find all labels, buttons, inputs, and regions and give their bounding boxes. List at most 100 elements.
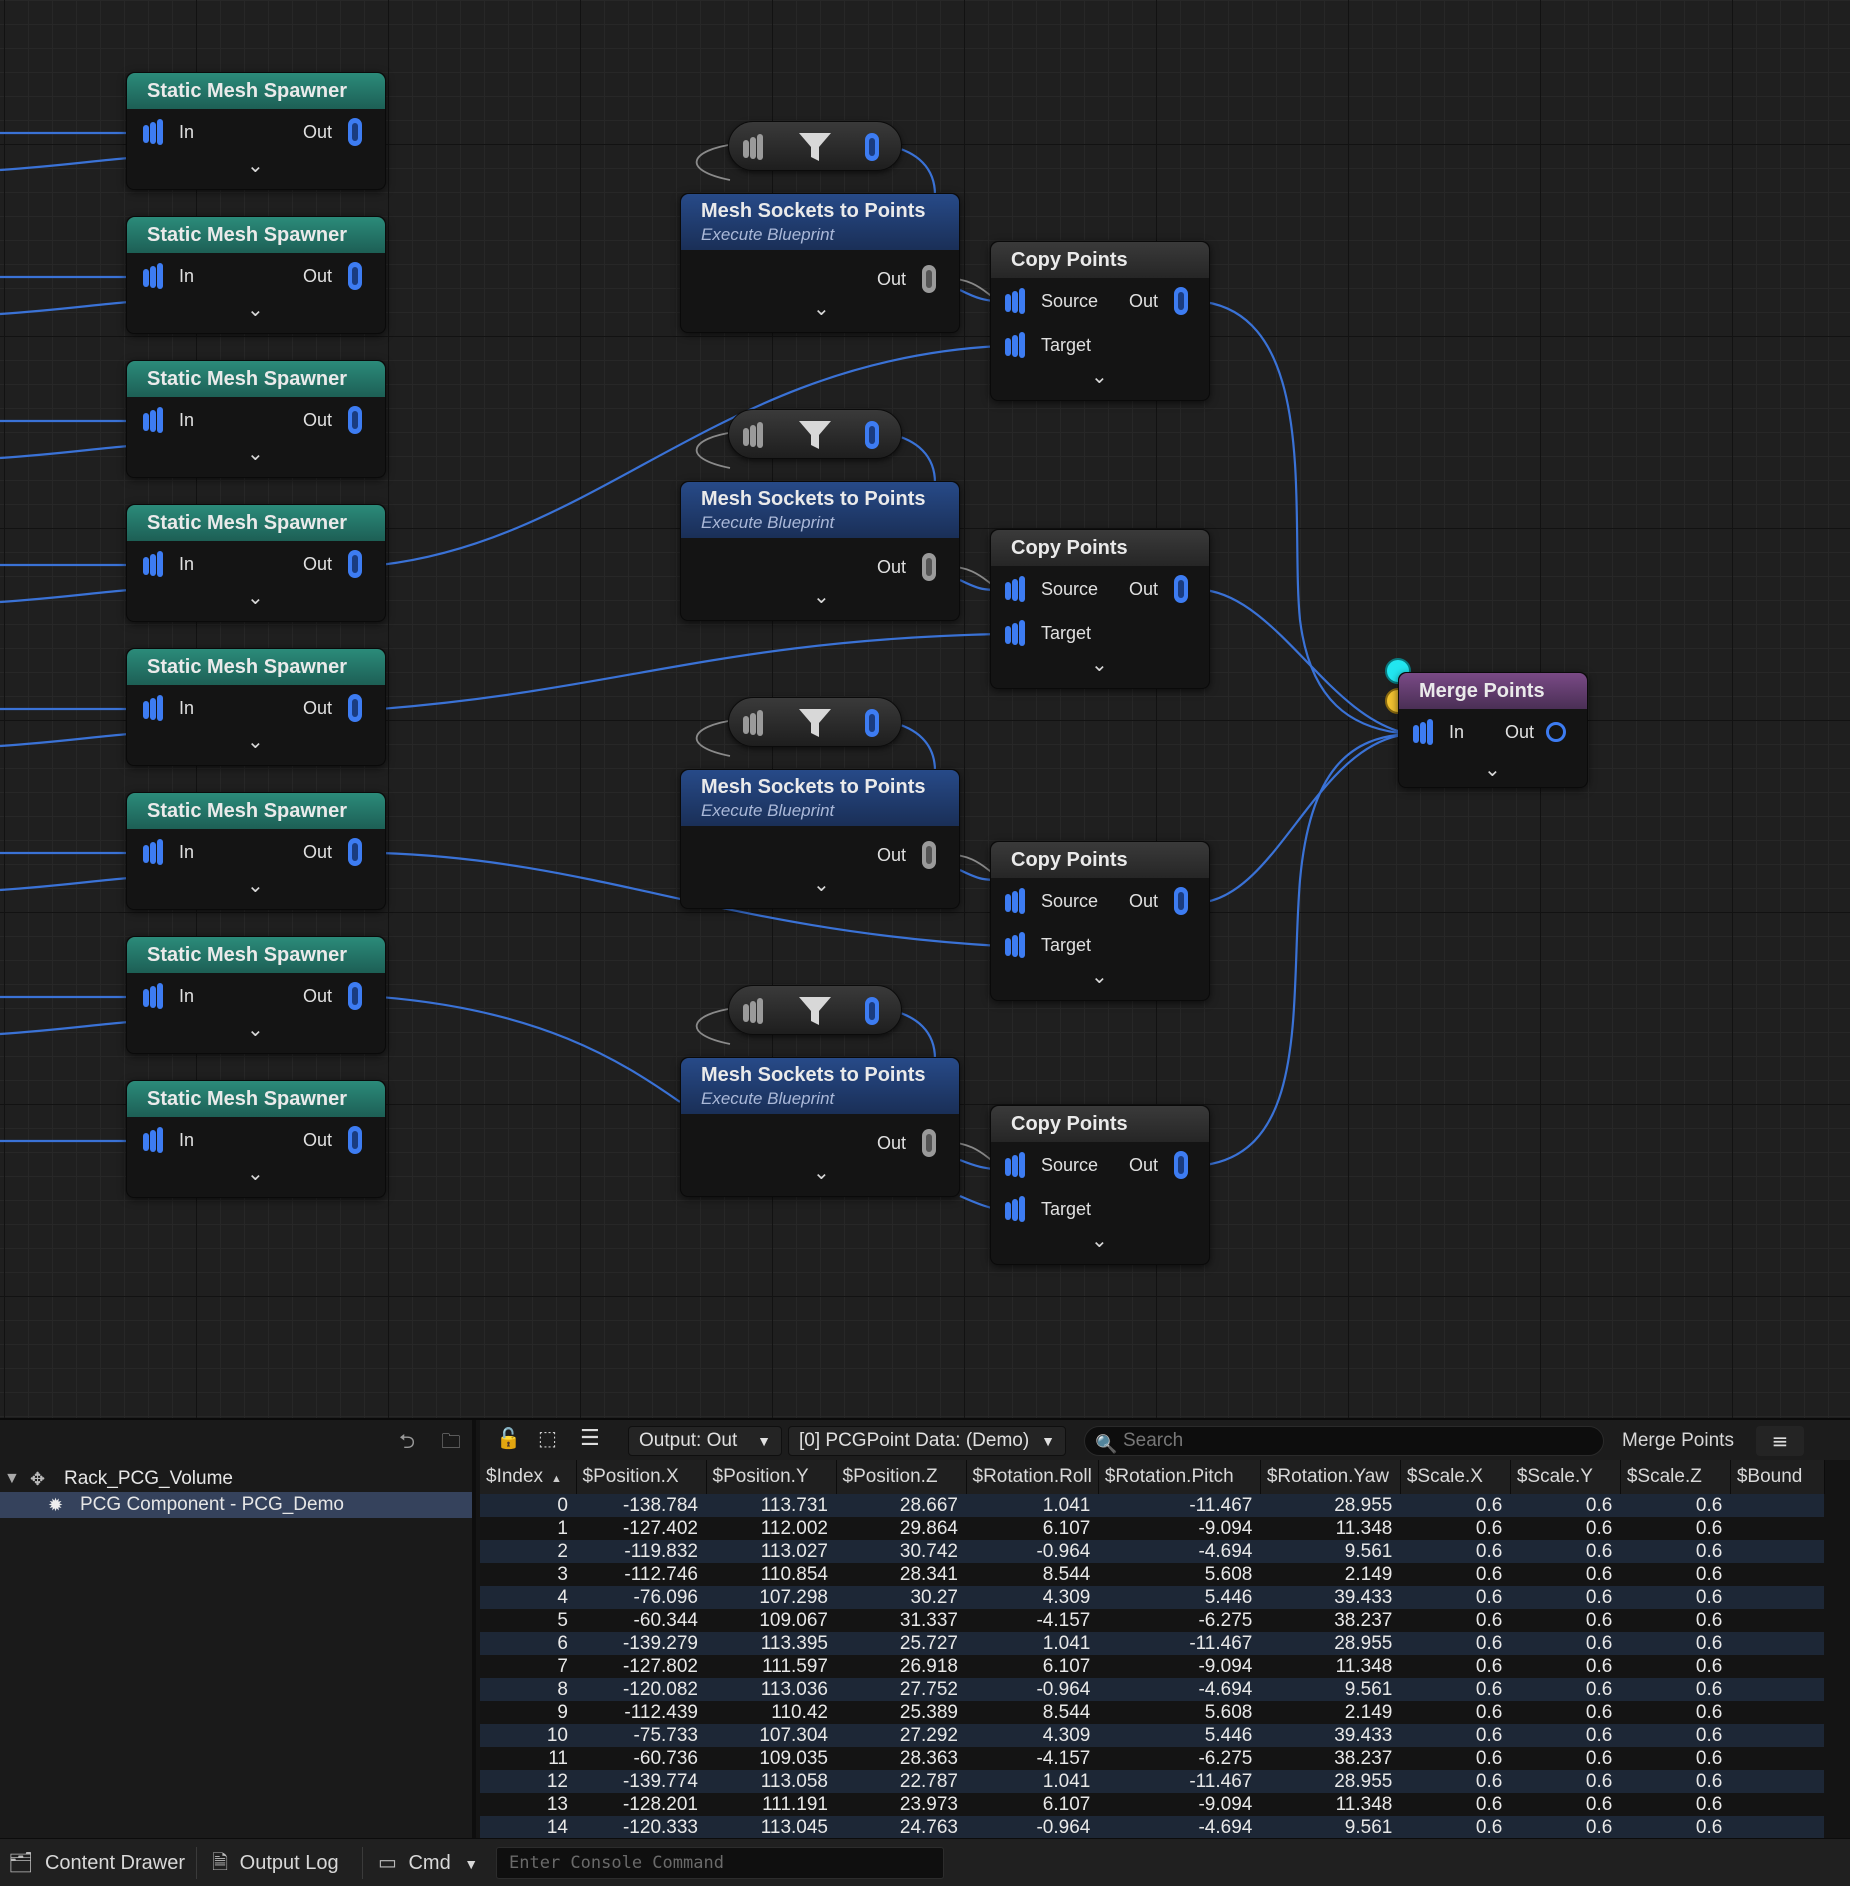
filter-node[interactable]: [728, 409, 902, 459]
target-pin-icon[interactable]: [1005, 1195, 1027, 1223]
filter-node[interactable]: [728, 121, 902, 171]
table-row[interactable]: 4 -76.096 107.298 30.27 4.309 5.446 39.433 0.6 0…: [480, 1586, 1825, 1609]
out-pin-icon[interactable]: [348, 1126, 363, 1154]
merge-out-pin-icon[interactable]: [1546, 722, 1567, 742]
chevron-down-icon[interactable]: ⌄: [813, 872, 830, 896]
chevron-down-icon[interactable]: ⌄: [247, 441, 264, 465]
tree-item-root[interactable]: ▼ ✥ Rack_PCG_Volume: [0, 1466, 472, 1492]
tree-expand-chevron-icon[interactable]: ▼: [4, 1466, 20, 1492]
mesh-sockets-to-points-node[interactable]: Mesh Sockets to Points Execute Blueprint…: [680, 1057, 960, 1197]
static-mesh-spawner-node[interactable]: Static Mesh Spawner In Out ⌄: [126, 648, 386, 766]
static-mesh-spawner-node[interactable]: Static Mesh Spawner In Out ⌄: [126, 360, 386, 478]
source-pin-icon[interactable]: [1005, 575, 1027, 603]
chevron-down-icon[interactable]: ⌄: [1091, 964, 1108, 988]
table-row[interactable]: 5 -60.344 109.067 31.337 -4.157 -6.275 38.237 0…: [480, 1609, 1825, 1632]
table-row[interactable]: 13 -128.201 111.191 23.973 6.107 -9.094 11.348…: [480, 1793, 1825, 1816]
out-pin-icon[interactable]: [922, 265, 937, 293]
out-pin-icon[interactable]: [1174, 575, 1189, 603]
copy-points-node[interactable]: Copy Points Source Out Target ⌄: [990, 1105, 1210, 1265]
column-header[interactable]: $Scale.Z: [1620, 1460, 1731, 1494]
lock-icon[interactable]: 🔓: [496, 1426, 521, 1450]
filter-in-pin-icon[interactable]: [743, 133, 765, 161]
chevron-down-icon[interactable]: ⌄: [813, 1160, 830, 1184]
table-row[interactable]: 9 -112.439 110.42 25.389 8.544 5.608 2.149 0.6 0…: [480, 1701, 1825, 1724]
source-pin-icon[interactable]: [1005, 1151, 1027, 1179]
out-pin-icon[interactable]: [922, 553, 937, 581]
pcg-graph-canvas[interactable]: Static Mesh Spawner In Out ⌄ Static Mesh…: [0, 0, 1850, 1418]
content-drawer-button[interactable]: 🗂 Content Drawer: [8, 1847, 185, 1879]
merge-in-pin-icon[interactable]: [1413, 718, 1435, 746]
out-pin-icon[interactable]: [348, 838, 363, 866]
chevron-down-icon[interactable]: ⌄: [247, 1161, 264, 1185]
table-row[interactable]: 0 -138.784 113.731 28.667 1.041 -11.467 28.955…: [480, 1494, 1825, 1517]
filter-node[interactable]: [728, 697, 902, 747]
chevron-down-icon[interactable]: ⌄: [813, 296, 830, 320]
static-mesh-spawner-node[interactable]: Static Mesh Spawner In Out ⌄: [126, 504, 386, 622]
out-pin-icon[interactable]: [348, 550, 363, 578]
in-pin-icon[interactable]: [143, 1126, 165, 1154]
out-pin-icon[interactable]: [922, 1129, 937, 1157]
in-pin-icon[interactable]: [143, 838, 165, 866]
out-pin-icon[interactable]: [348, 406, 363, 434]
mesh-sockets-to-points-node[interactable]: Mesh Sockets to Points Execute Blueprint…: [680, 193, 960, 333]
column-header[interactable]: $Scale.Y: [1510, 1460, 1621, 1494]
in-pin-icon[interactable]: [143, 262, 165, 290]
static-mesh-spawner-node[interactable]: Static Mesh Spawner In Out ⌄: [126, 936, 386, 1054]
filter-icon[interactable]: ☰: [580, 1426, 600, 1451]
in-pin-icon[interactable]: [143, 118, 165, 146]
static-mesh-spawner-node[interactable]: Static Mesh Spawner In Out ⌄: [126, 216, 386, 334]
source-pin-icon[interactable]: [1005, 887, 1027, 915]
output-dropdown[interactable]: Output: Out ▼: [628, 1426, 782, 1456]
column-header[interactable]: $Rotation.Yaw: [1260, 1460, 1401, 1494]
back-arrow-icon[interactable]: ⮌: [394, 1428, 420, 1454]
in-pin-icon[interactable]: [143, 694, 165, 722]
filter-in-pin-icon[interactable]: [743, 421, 765, 449]
static-mesh-spawner-node[interactable]: Static Mesh Spawner In Out ⌄: [126, 1080, 386, 1198]
table-row[interactable]: 1 -127.402 112.002 29.864 6.107 -9.094 11.348 0…: [480, 1517, 1825, 1540]
table-row[interactable]: 2 -119.832 113.027 30.742 -0.964 -4.694 9.561 0…: [480, 1540, 1825, 1563]
out-pin-icon[interactable]: [348, 262, 363, 290]
column-header[interactable]: $Position.Y: [706, 1460, 837, 1494]
source-pin-icon[interactable]: [1005, 287, 1027, 315]
static-mesh-spawner-node[interactable]: Static Mesh Spawner In Out ⌄: [126, 72, 386, 190]
out-pin-icon[interactable]: [1174, 1151, 1189, 1179]
out-pin-icon[interactable]: [348, 694, 363, 722]
chevron-down-icon[interactable]: ⌄: [1484, 757, 1501, 781]
mesh-sockets-to-points-node[interactable]: Mesh Sockets to Points Execute Blueprint…: [680, 481, 960, 621]
table-row[interactable]: 3 -112.746 110.854 28.341 8.544 5.608 2.149 0.6…: [480, 1563, 1825, 1586]
data-dropdown[interactable]: [0] PCGPoint Data: (Demo) ▼: [788, 1426, 1066, 1456]
table-row[interactable]: 12 -139.774 113.058 22.787 1.041 -11.467 28.95…: [480, 1770, 1825, 1793]
static-mesh-spawner-node[interactable]: Static Mesh Spawner In Out ⌄: [126, 792, 386, 910]
out-pin-icon[interactable]: [348, 118, 363, 146]
tree-item-pcg-component[interactable]: ✹ PCG Component - PCG_Demo: [0, 1492, 472, 1518]
folder-search-icon[interactable]: 🗀: [438, 1428, 464, 1454]
filter-node[interactable]: [728, 985, 902, 1035]
filter-out-pin-icon[interactable]: [865, 133, 879, 161]
out-pin-icon[interactable]: [348, 982, 363, 1010]
search-input[interactable]: 🔍 Search: [1084, 1426, 1604, 1456]
out-pin-icon[interactable]: [922, 841, 937, 869]
copy-points-node[interactable]: Copy Points Source Out Target ⌄: [990, 241, 1210, 401]
chevron-down-icon[interactable]: ⌄: [1091, 1228, 1108, 1252]
column-header[interactable]: $Rotation.Pitch: [1098, 1460, 1261, 1494]
copy-points-node[interactable]: Copy Points Source Out Target ⌄: [990, 529, 1210, 689]
chevron-down-icon[interactable]: ⌄: [247, 729, 264, 753]
table-row[interactable]: 10 -75.733 107.304 27.292 4.309 5.446 39.433 0.…: [480, 1724, 1825, 1747]
console-input[interactable]: Enter Console Command: [496, 1847, 944, 1879]
out-pin-icon[interactable]: [1174, 287, 1189, 315]
table-row[interactable]: 11 -60.736 109.035 28.363 -4.157 -6.275 38.237…: [480, 1747, 1825, 1770]
chevron-down-icon[interactable]: ⌄: [1091, 652, 1108, 676]
sort-ascending-icon[interactable]: ▲: [551, 1473, 562, 1485]
column-header[interactable]: $Position.X: [576, 1460, 707, 1494]
chevron-down-icon[interactable]: ⌄: [247, 297, 264, 321]
chevron-down-icon[interactable]: ⌄: [813, 584, 830, 608]
cmd-dropdown[interactable]: ▭ Cmd ▼: [378, 1847, 478, 1879]
column-header[interactable]: $Position.Z: [836, 1460, 967, 1494]
table-row[interactable]: 14 -120.333 113.045 24.763 -0.964 -4.694 9.561…: [480, 1816, 1825, 1839]
select-cursor-icon[interactable]: ⬚: [538, 1426, 557, 1450]
column-header[interactable]: $Index ▲: [480, 1460, 577, 1494]
chevron-down-icon[interactable]: ⌄: [247, 585, 264, 609]
filter-out-pin-icon[interactable]: [865, 997, 879, 1025]
filter-in-pin-icon[interactable]: [743, 997, 765, 1025]
output-log-button[interactable]: 🗎 Output Log: [212, 1847, 339, 1879]
